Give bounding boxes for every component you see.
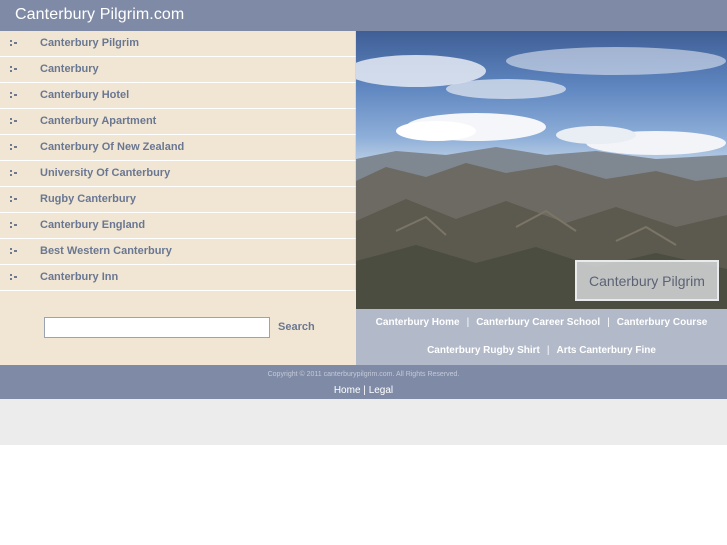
footer-separator: | bbox=[363, 385, 366, 396]
hero-caption-box: Canterbury Pilgrim bbox=[575, 260, 719, 301]
nav-list: Canterbury Pilgrim Canterbury Canterbury… bbox=[0, 31, 356, 291]
nav-link-best-western-canterbury[interactable]: Best Western Canterbury bbox=[40, 245, 172, 257]
bullet-icon bbox=[10, 66, 18, 73]
nav-link-canterbury-pilgrim[interactable]: Canterbury Pilgrim bbox=[40, 37, 139, 49]
site-title[interactable]: Canterbury Pilgrim.com bbox=[15, 6, 184, 24]
bullet-icon bbox=[10, 170, 18, 177]
nav-link-canterbury-inn[interactable]: Canterbury Inn bbox=[40, 271, 118, 283]
bullet-icon bbox=[10, 144, 18, 151]
link-separator: | bbox=[607, 317, 610, 328]
bullet-icon bbox=[10, 222, 18, 229]
bullet-icon bbox=[10, 118, 18, 125]
nav-item: Best Western Canterbury bbox=[0, 239, 356, 265]
bullet-icon bbox=[10, 92, 18, 99]
footer-links: Home | Legal bbox=[0, 385, 727, 396]
nav-link-university-of-canterbury[interactable]: University Of Canterbury bbox=[40, 167, 170, 179]
link-arts-canterbury-fine[interactable]: Arts Canterbury Fine bbox=[556, 345, 655, 356]
link-canterbury-course[interactable]: Canterbury Course bbox=[617, 317, 708, 328]
site-footer: Copyright © 2011 canterburypilgrim.com. … bbox=[0, 365, 727, 399]
link-canterbury-rugby-shirt[interactable]: Canterbury Rugby Shirt bbox=[427, 345, 540, 356]
search-button[interactable]: Search bbox=[278, 321, 315, 333]
nav-item: Canterbury Inn bbox=[0, 265, 356, 291]
bullet-icon bbox=[10, 248, 18, 255]
nav-link-canterbury-of-new-zealand[interactable]: Canterbury Of New Zealand bbox=[40, 141, 184, 153]
search-input[interactable] bbox=[44, 317, 270, 338]
nav-item: Canterbury bbox=[0, 57, 356, 83]
nav-item: Rugby Canterbury bbox=[0, 187, 356, 213]
copyright-text: Copyright © 2011 canterburypilgrim.com. … bbox=[267, 371, 460, 378]
sidebar: Canterbury Pilgrim Canterbury Canterbury… bbox=[0, 31, 356, 365]
bottom-band bbox=[0, 399, 727, 445]
link-separator: | bbox=[546, 345, 550, 356]
hero-image: Canterbury Pilgrim bbox=[356, 31, 727, 309]
nav-link-canterbury-england[interactable]: Canterbury England bbox=[40, 219, 145, 231]
nav-link-rugby-canterbury[interactable]: Rugby Canterbury bbox=[40, 193, 136, 205]
related-links-row-2: Canterbury Rugby Shirt | Arts Canterbury F… bbox=[356, 337, 727, 365]
nav-item: University Of Canterbury bbox=[0, 161, 356, 187]
site-header: Canterbury Pilgrim.com bbox=[0, 0, 727, 31]
nav-item: Canterbury Of New Zealand bbox=[0, 135, 356, 161]
related-links-row-1: Canterbury Home | Canterbury Career School… bbox=[356, 309, 727, 337]
nav-link-canterbury[interactable]: Canterbury bbox=[40, 63, 99, 75]
nav-item: Canterbury England bbox=[0, 213, 356, 239]
footer-link-legal[interactable]: Legal bbox=[369, 385, 393, 396]
link-canterbury-career-school[interactable]: Canterbury Career School bbox=[476, 317, 600, 328]
hero-caption: Canterbury Pilgrim bbox=[589, 273, 705, 289]
bullet-icon bbox=[10, 274, 18, 281]
nav-item: Canterbury Pilgrim bbox=[0, 31, 356, 57]
nav-item: Canterbury Apartment bbox=[0, 109, 356, 135]
bullet-icon bbox=[10, 196, 18, 203]
footer-link-home[interactable]: Home bbox=[334, 385, 361, 396]
bullet-icon bbox=[10, 40, 18, 47]
link-separator: | bbox=[466, 317, 470, 328]
nav-link-canterbury-hotel[interactable]: Canterbury Hotel bbox=[40, 89, 129, 101]
nav-link-canterbury-apartment[interactable]: Canterbury Apartment bbox=[40, 115, 156, 127]
link-canterbury-home[interactable]: Canterbury Home bbox=[376, 317, 460, 328]
nav-item: Canterbury Hotel bbox=[0, 83, 356, 109]
